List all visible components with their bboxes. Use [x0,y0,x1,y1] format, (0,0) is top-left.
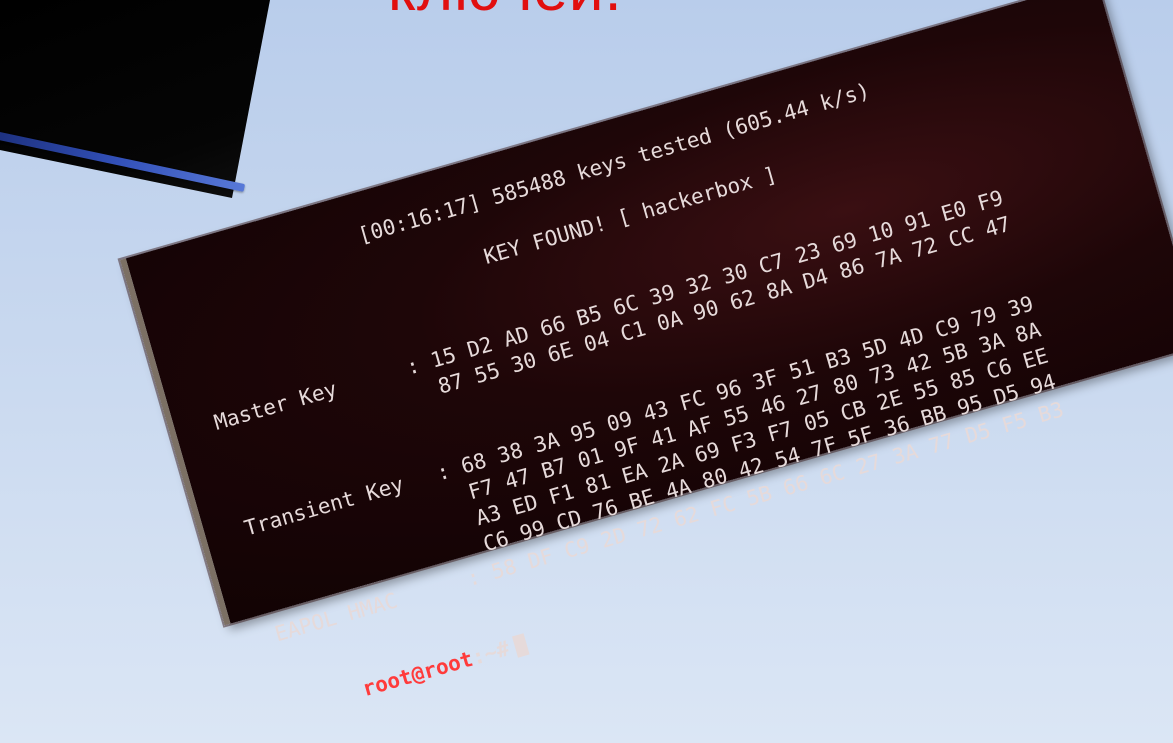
eapol-hmac-label: EAPOL HMAC [271,588,401,647]
terminal-window[interactable]: [00:16:17] 585488 keys tested (605.44 k/… [120,0,1173,701]
slide: ключей. [00:16:17] 585488 keys tested (6… [0,0,1173,743]
master-key-label: Master Key [211,376,340,435]
text-cursor [511,633,530,658]
transient-key-label: Transient Key [241,472,407,541]
slide-title: ключей. [388,0,623,25]
prompt-path: :~# [469,636,513,670]
prompt-user-host: root@root [359,646,476,702]
terminal-output: [00:16:17] 585488 keys tested (605.44 k/… [126,0,1173,701]
